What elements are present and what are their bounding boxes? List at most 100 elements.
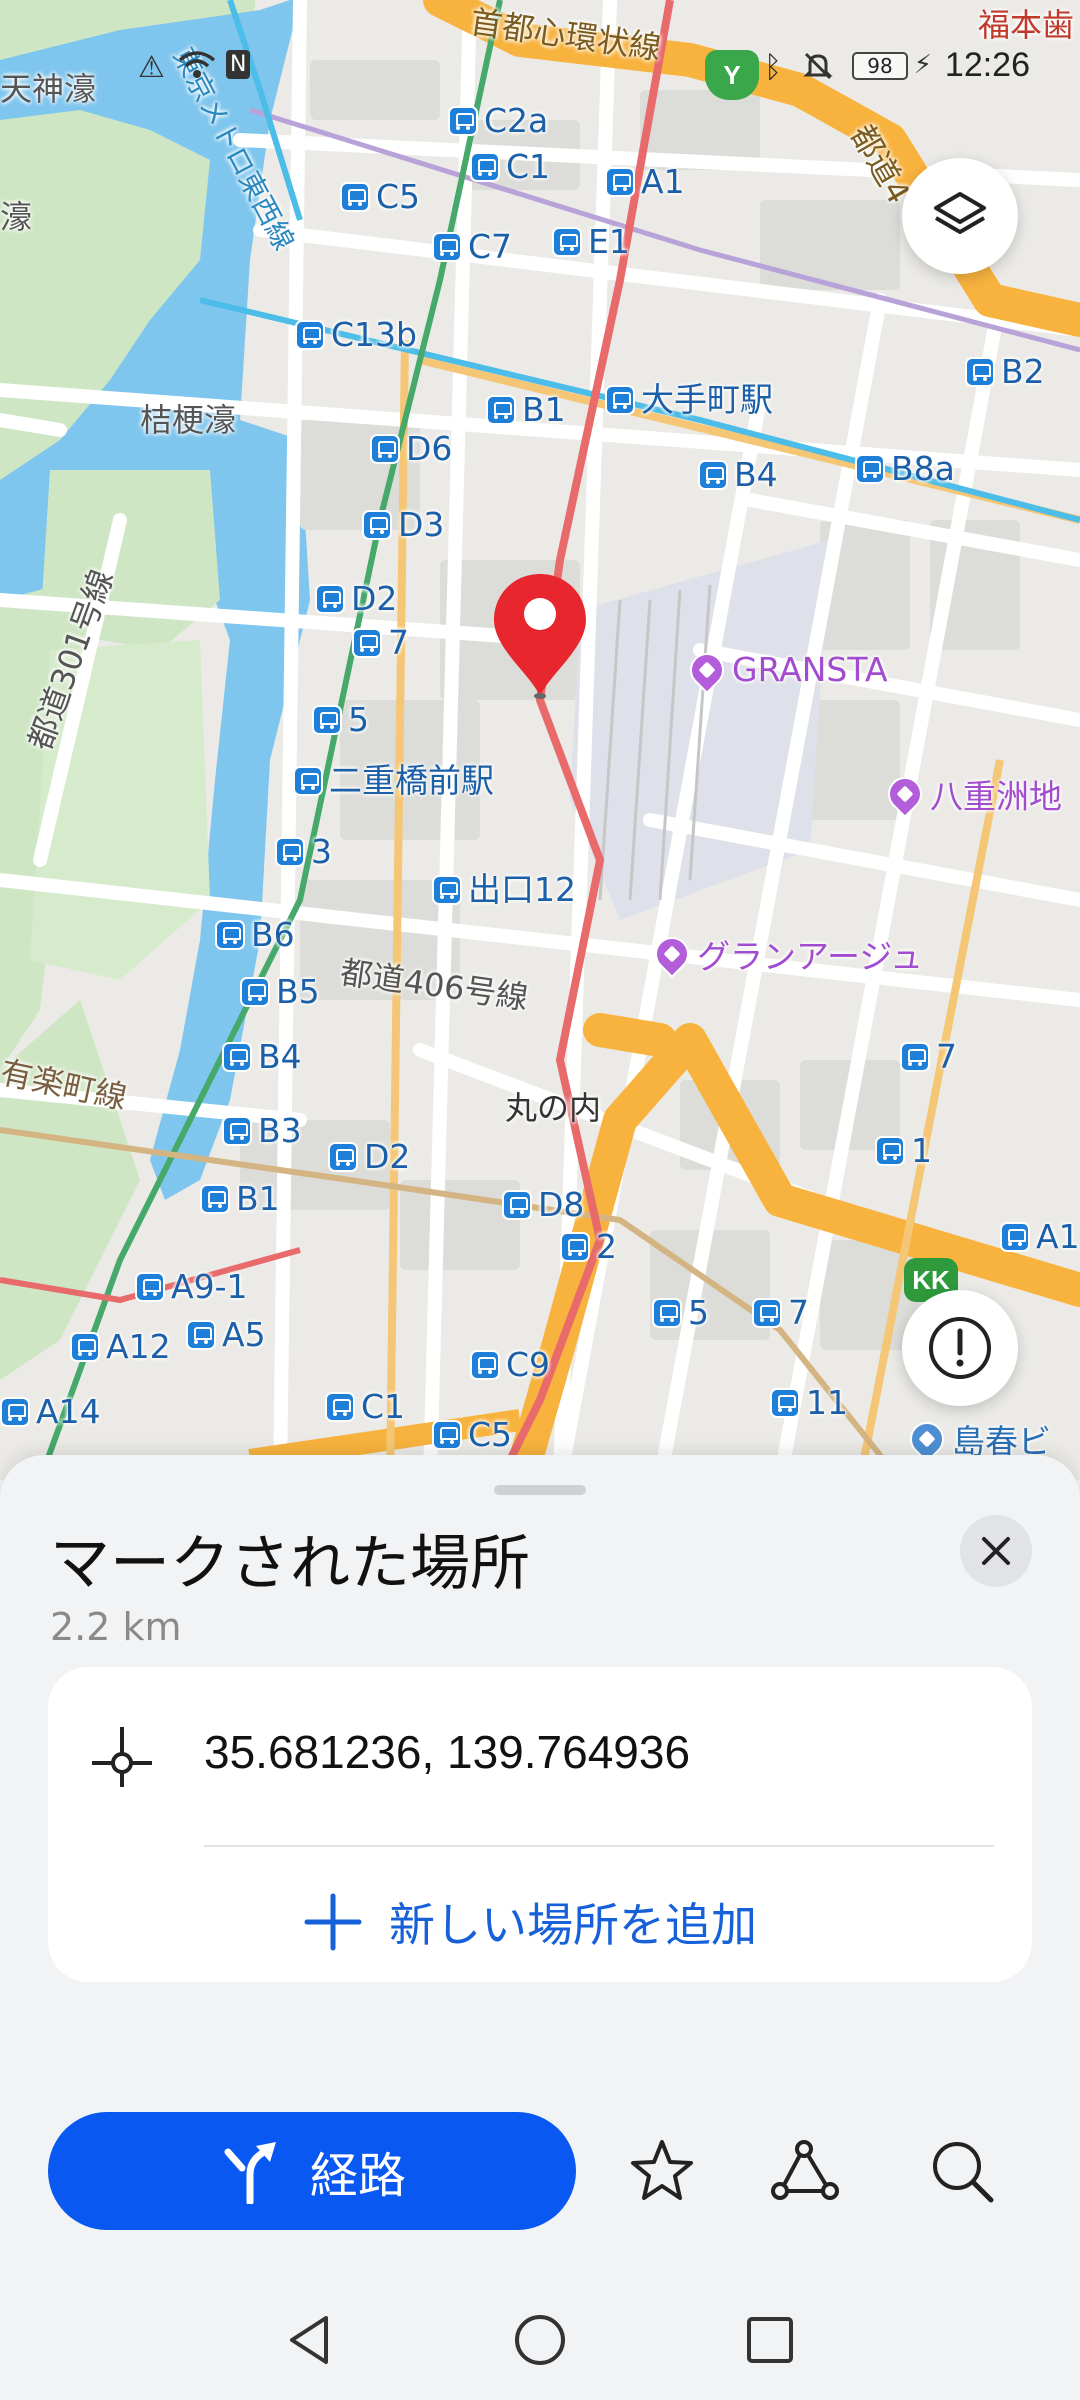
station-label: C13b <box>331 315 417 354</box>
back-button[interactable] <box>270 2300 350 2380</box>
home-button[interactable] <box>500 2300 580 2380</box>
bus-station-marker[interactable]: C1 <box>470 150 550 184</box>
coordinates-text[interactable]: 35.681236, 139.764936 <box>204 1725 690 1779</box>
route-button[interactable]: 経路 <box>48 2112 576 2230</box>
bus-station-marker[interactable]: C2a <box>448 104 548 138</box>
bus-station-marker[interactable]: C1 <box>325 1390 405 1424</box>
bus-station-marker[interactable]: C7 <box>432 230 512 264</box>
add-place-button[interactable]: 新しい場所を追加 <box>303 1867 757 1977</box>
bus-station-marker[interactable]: D2 <box>315 582 397 616</box>
bus-station-marker[interactable]: A9-1 <box>135 1270 247 1304</box>
bus-station-marker[interactable]: A12 <box>70 1330 171 1364</box>
layers-button[interactable] <box>902 158 1018 274</box>
bus-station-marker[interactable]: B8a <box>855 452 955 486</box>
bus-station-marker[interactable]: 7 <box>352 626 409 660</box>
favorite-button[interactable] <box>614 2123 710 2219</box>
bus-station-marker[interactable]: 7 <box>752 1296 809 1330</box>
bus-station-marker[interactable]: B1 <box>486 393 566 427</box>
bus-stop-icon <box>352 628 382 658</box>
bus-station-marker[interactable]: B2 <box>965 355 1045 389</box>
bus-stop-icon <box>752 1298 782 1328</box>
report-issue-button[interactable] <box>902 1290 1018 1406</box>
bus-stop-icon <box>605 167 635 197</box>
station-label: 11 <box>806 1383 848 1422</box>
battery-indicator: 98 <box>852 52 908 80</box>
location-pin-icon[interactable] <box>490 570 590 704</box>
poi-yaesu[interactable]: 八重洲地 <box>880 769 1062 819</box>
layers-icon <box>934 192 986 234</box>
crosshair-icon <box>92 1727 152 1787</box>
bus-station-marker[interactable]: B4 <box>698 458 778 492</box>
bus-station-marker[interactable]: 2 <box>560 1230 617 1264</box>
bus-station-marker[interactable]: A1 <box>1000 1220 1080 1254</box>
map-view[interactable]: 桔梗濠 丸の内 天神濠 濠 福本歯 都道301号線 都道406号線 首都心環状線… <box>0 0 1080 1480</box>
station-label: D2 <box>364 1137 411 1176</box>
bus-station-marker[interactable]: 出口12 <box>432 873 576 907</box>
bus-station-marker[interactable]: 5 <box>312 703 369 737</box>
bus-stop-icon <box>240 977 270 1007</box>
place-sheet: マークされた場所 2.2 km 35.681236, 139.764936 新し… <box>0 1455 1080 2400</box>
bus-station-marker[interactable]: C13b <box>295 318 417 352</box>
coordinates-card: 35.681236, 139.764936 新しい場所を追加 <box>48 1667 1032 1982</box>
station-label: C5 <box>376 177 421 216</box>
station-label: 3 <box>311 832 332 871</box>
station-label: D8 <box>538 1185 585 1224</box>
map-area-label: 丸の内 <box>505 1089 602 1127</box>
bus-station-marker[interactable]: D2 <box>328 1140 410 1174</box>
status-bar: ⚠ N ᛒ 98 ⚡ 12:26 <box>0 0 1080 85</box>
station-label: B3 <box>258 1111 302 1150</box>
share-route-button[interactable] <box>756 2123 852 2219</box>
search-button[interactable] <box>914 2123 1010 2219</box>
recents-button[interactable] <box>730 2300 810 2380</box>
bus-stop-icon <box>200 1184 230 1214</box>
bus-stop-icon <box>470 152 500 182</box>
bus-station-marker[interactable]: C5 <box>432 1418 512 1452</box>
bus-station-marker[interactable]: 二重橋前駅 <box>293 764 494 798</box>
bus-station-marker[interactable]: D3 <box>362 508 444 542</box>
bus-station-marker[interactable]: D6 <box>370 432 452 466</box>
bus-stop-icon <box>293 766 323 796</box>
bus-station-marker[interactable]: A14 <box>0 1395 101 1429</box>
bus-station-marker[interactable]: B4 <box>222 1040 302 1074</box>
route-label: 経路 <box>309 2148 406 2204</box>
bus-station-marker[interactable]: B3 <box>222 1114 302 1148</box>
bus-stop-icon <box>448 106 478 136</box>
poi-granage[interactable]: グランアージュ <box>647 929 923 979</box>
bus-station-marker[interactable]: B5 <box>240 975 320 1009</box>
bus-station-marker[interactable]: A5 <box>186 1318 266 1352</box>
charging-icon: ⚡ <box>913 50 932 80</box>
bus-station-marker[interactable]: 3 <box>275 835 332 869</box>
station-label: B5 <box>276 972 320 1011</box>
station-label: 出口12 <box>468 870 576 909</box>
bus-station-marker[interactable]: B6 <box>215 918 295 952</box>
bus-station-marker[interactable]: 7 <box>900 1040 957 1074</box>
bus-station-marker[interactable]: 5 <box>652 1296 709 1330</box>
bus-stop-icon <box>770 1388 800 1418</box>
drag-handle[interactable] <box>494 1485 586 1495</box>
bus-stop-icon <box>315 584 345 614</box>
bus-station-marker[interactable]: C5 <box>340 180 420 214</box>
station-label: A1 <box>1036 1217 1080 1256</box>
bus-station-marker[interactable]: E1 <box>552 225 630 259</box>
bus-station-marker[interactable]: B1 <box>200 1182 280 1216</box>
map-area-label: 濠 <box>0 198 33 236</box>
bus-station-marker[interactable]: A1 <box>605 165 685 199</box>
bus-stop-icon <box>652 1298 682 1328</box>
bus-stop-icon <box>340 182 370 212</box>
bus-station-marker[interactable]: C9 <box>470 1348 550 1382</box>
bus-stop-icon <box>698 460 728 490</box>
poi-granista[interactable]: GRANSTA <box>682 645 888 694</box>
bus-stop-icon <box>362 510 392 540</box>
place-distance: 2.2 km <box>50 1605 182 1649</box>
station-label: C1 <box>361 1387 406 1426</box>
station-label: 5 <box>688 1293 709 1332</box>
close-icon <box>982 1537 1010 1565</box>
bus-station-marker[interactable]: 大手町駅 <box>605 383 773 417</box>
bus-station-marker[interactable]: D8 <box>502 1188 584 1222</box>
bus-station-marker[interactable]: 1 <box>875 1134 932 1168</box>
shopping-bag-icon <box>682 645 732 694</box>
station-label: B6 <box>251 915 295 954</box>
close-button[interactable] <box>960 1515 1032 1587</box>
bus-station-marker[interactable]: 11 <box>770 1386 848 1420</box>
map-area-label: 桔梗濠 <box>140 401 237 439</box>
